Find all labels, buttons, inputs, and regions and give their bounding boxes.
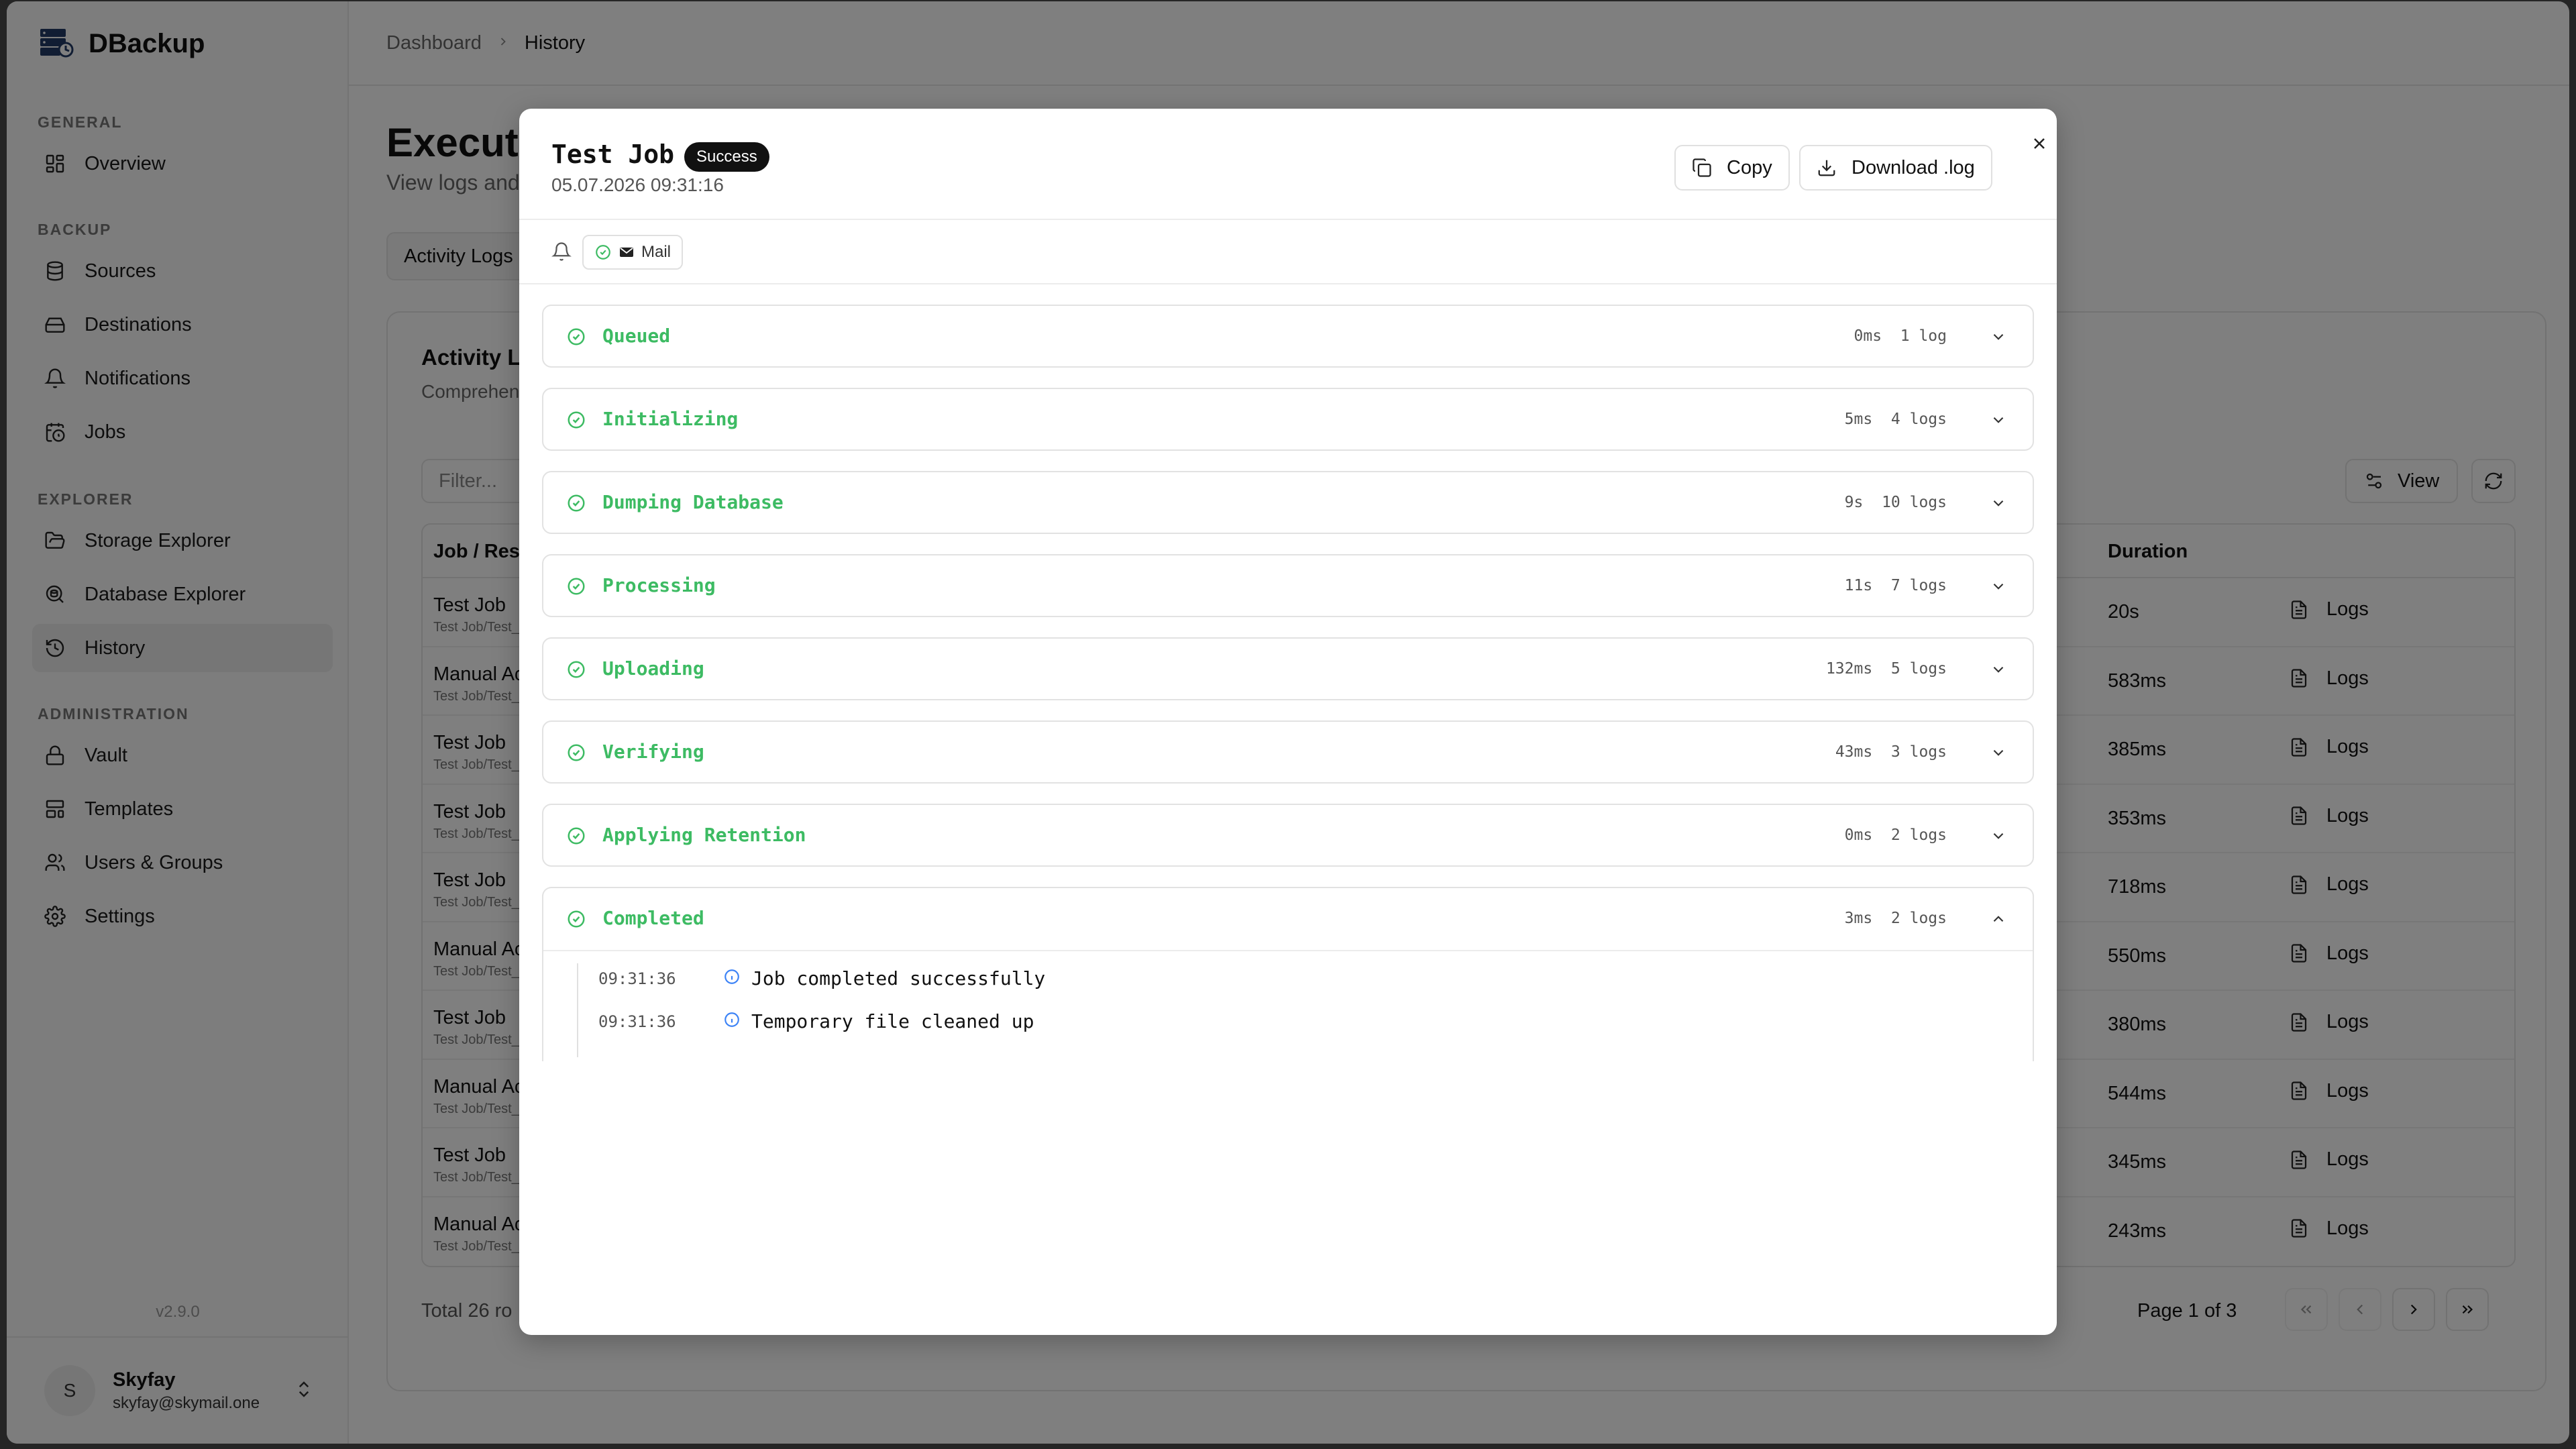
stage-meta: 9s 10 logs	[1845, 494, 1947, 511]
stage-meta: 3ms 2 logs	[1845, 910, 1947, 927]
status-badge: Success	[684, 142, 769, 172]
stage-duration: 5ms	[1844, 411, 1873, 428]
stage-log-count: 3 logs	[1890, 743, 1947, 761]
stage-initializing[interactable]: Initializing 5ms 4 logs	[542, 388, 2034, 451]
check-circle-icon	[566, 659, 586, 683]
info-icon	[723, 968, 741, 989]
stage-log-count: 2 logs	[1890, 826, 1947, 844]
stage-meta: 11s 7 logs	[1845, 577, 1947, 594]
stage-meta: 0ms 1 log	[1854, 327, 1947, 345]
execution-date: 05.07.2026 09:31:16	[551, 174, 724, 195]
stage-label: Completed	[602, 907, 704, 929]
stage-duration: 9s	[1844, 494, 1864, 511]
stage-duration: 3ms	[1844, 910, 1873, 927]
chevron-down-icon[interactable]	[1990, 494, 2007, 515]
stage-dumping-database[interactable]: Dumping Database 9s 10 logs	[542, 471, 2034, 534]
stage-label: Initializing	[602, 408, 739, 430]
stage-meta: 132ms 5 logs	[1826, 660, 1947, 678]
info-icon	[723, 1011, 741, 1032]
chevron-down-icon[interactable]	[1990, 328, 2007, 349]
stage-label: Uploading	[602, 657, 704, 680]
notification-bar: Mail	[519, 220, 2057, 284]
dialog-title: Test Job	[551, 140, 675, 169]
stage-label: Queued	[602, 325, 671, 347]
stage-duration: 0ms	[1854, 327, 1882, 345]
stage-verifying[interactable]: Verifying 43ms 3 logs	[542, 720, 2034, 784]
stage-log-count: 7 logs	[1890, 577, 1947, 594]
check-circle-icon	[566, 410, 586, 433]
chevron-down-icon[interactable]	[1990, 578, 2007, 598]
stage-label: Applying Retention	[602, 824, 806, 846]
stage-duration: 11s	[1844, 577, 1873, 594]
job-log-dialog: Test Job Success 05.07.2026 09:31:16 Cop…	[519, 109, 2057, 1335]
stage-divider	[543, 950, 2033, 951]
chevron-down-icon[interactable]	[1990, 411, 2007, 432]
stage-queued[interactable]: Queued 0ms 1 log	[542, 305, 2034, 368]
download-label: Download .log	[1851, 156, 1975, 178]
copy-icon	[1693, 158, 1711, 177]
stage-duration: 0ms	[1844, 826, 1873, 844]
check-circle-icon	[566, 327, 586, 350]
chevron-down-icon[interactable]	[1990, 661, 2007, 682]
copy-button[interactable]: Copy	[1674, 145, 1790, 191]
stage-completed[interactable]: Completed 3ms 2 logs 09:31:36 Job completed…	[542, 887, 2034, 1061]
stage-label: Processing	[602, 574, 716, 596]
bell-icon	[551, 241, 572, 265]
download-log-button[interactable]: Download .log	[1799, 145, 1992, 191]
stage-label: Dumping Database	[602, 491, 784, 513]
stage-list: Queued 0ms 1 log Initializing 5ms 4 logs Dum…	[542, 305, 2034, 1081]
check-circle-icon	[596, 245, 610, 260]
stage-log-count: 4 logs	[1890, 411, 1947, 428]
stage-meta: 43ms 3 logs	[1835, 743, 1947, 761]
check-circle-icon	[566, 826, 586, 849]
stage-log-count: 1 log	[1900, 327, 1947, 345]
log-message: Job completed successfully	[751, 967, 1046, 989]
chevron-down-icon[interactable]	[1990, 827, 2007, 848]
log-rail	[577, 963, 578, 1057]
log-time: 09:31:36	[598, 1012, 676, 1031]
stage-duration: 43ms	[1835, 743, 1873, 761]
check-circle-icon	[566, 743, 586, 766]
stage-duration: 132ms	[1825, 660, 1873, 678]
close-icon	[2034, 138, 2045, 149]
stage-log-count: 5 logs	[1890, 660, 1947, 678]
log-message: Temporary file cleaned up	[751, 1010, 1034, 1032]
stage-log-count: 2 logs	[1890, 910, 1947, 927]
stage-log-count: 10 logs	[1882, 494, 1947, 511]
stage-uploading[interactable]: Uploading 132ms 5 logs	[542, 637, 2034, 700]
mail-icon	[620, 248, 633, 257]
check-circle-icon	[566, 493, 586, 517]
copy-label: Copy	[1727, 156, 1772, 178]
notification-chip-mail[interactable]: Mail	[582, 235, 684, 270]
chevron-up-icon[interactable]	[1990, 910, 2007, 931]
dialog-header: Test Job Success 05.07.2026 09:31:16 Cop…	[519, 109, 2057, 220]
notification-channel-label: Mail	[641, 243, 672, 261]
stage-meta: 0ms 2 logs	[1845, 826, 1947, 844]
download-icon	[1818, 160, 1835, 176]
log-entry: 09:31:36 Temporary file cleaned up	[598, 1010, 1034, 1032]
check-circle-icon	[566, 909, 586, 932]
stage-applying-retention[interactable]: Applying Retention 0ms 2 logs	[542, 804, 2034, 867]
chevron-down-icon[interactable]	[1990, 744, 2007, 765]
log-entry: 09:31:36 Job completed successfully	[598, 967, 1045, 989]
close-button[interactable]	[2026, 130, 2053, 157]
check-circle-icon	[566, 576, 586, 600]
stage-processing[interactable]: Processing 11s 7 logs	[542, 554, 2034, 617]
log-time: 09:31:36	[598, 969, 676, 988]
stage-label: Verifying	[602, 741, 704, 763]
stage-meta: 5ms 4 logs	[1845, 411, 1947, 428]
